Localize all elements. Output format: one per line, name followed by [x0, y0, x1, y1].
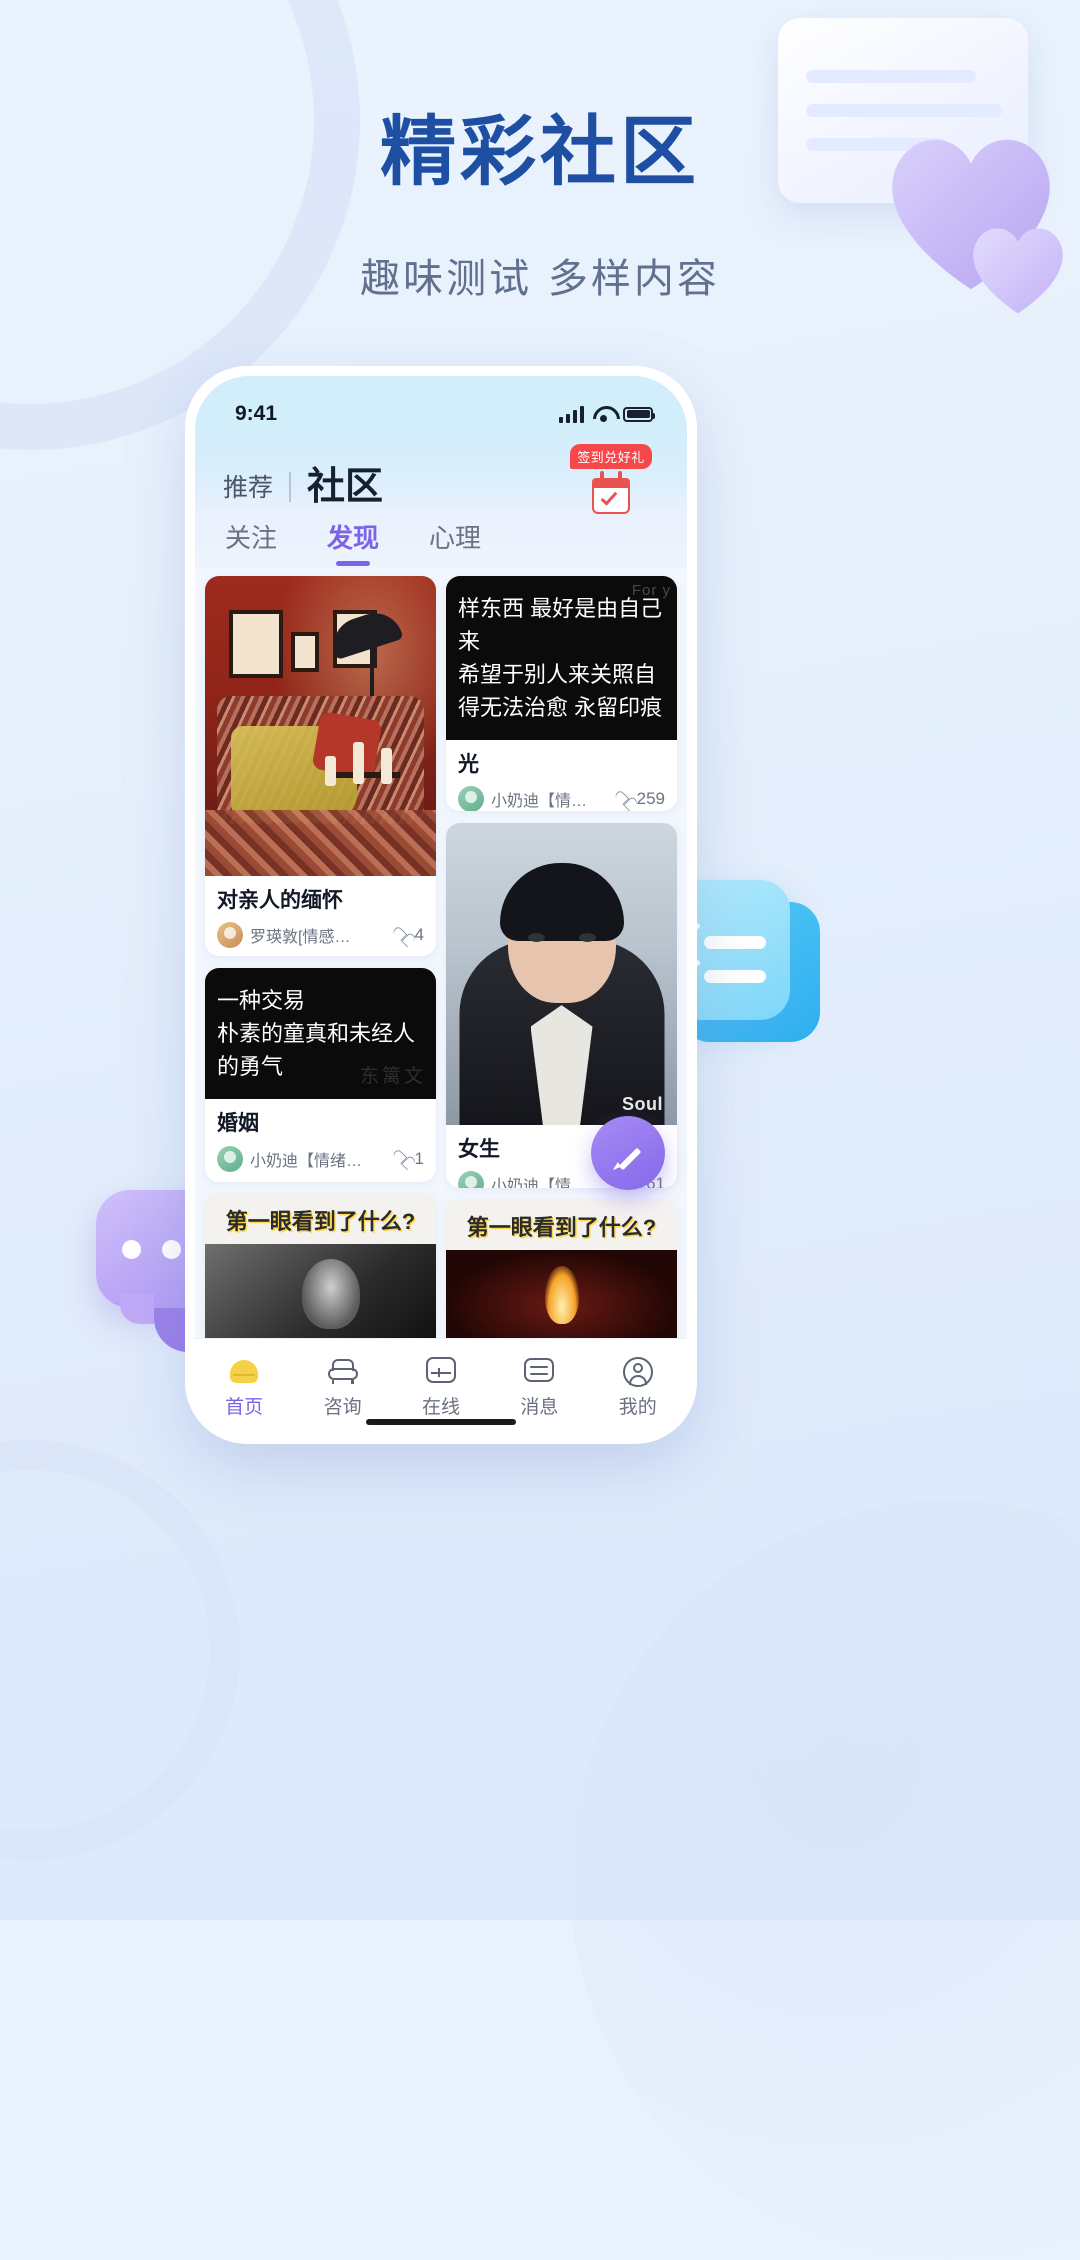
status-bar: 9:41: [195, 376, 687, 438]
signal-bars-icon: [559, 405, 584, 423]
feed-card[interactable]: 第一眼看到了什么?: [205, 1193, 436, 1338]
nav-item-home[interactable]: 首页: [198, 1354, 290, 1419]
pulse-icon: [424, 1354, 458, 1386]
promo-headline: 精彩社区 趣味测试 多样内容: [0, 112, 1080, 304]
like-button[interactable]: 259: [615, 789, 665, 809]
feed-tabs: 关注 发现 心理: [195, 512, 687, 568]
signin-badge-label: 签到兑好礼: [570, 444, 652, 469]
quote-watermark: For y: [631, 582, 671, 599]
like-button[interactable]: 4: [393, 925, 424, 945]
card-author: 小奶迪【情…: [491, 1178, 588, 1189]
quote-media: For y 样东西 最好是由自己来 希望于别人来关照自 得无法治愈 永留印痕: [446, 576, 677, 740]
home-indicator: [366, 1419, 516, 1425]
user-icon: [621, 1354, 655, 1387]
avatar[interactable]: [217, 1145, 243, 1172]
nav-item-profile[interactable]: 我的: [592, 1354, 684, 1419]
decor-circle-bottom-left: [0, 1440, 240, 1860]
like-count: 1: [414, 1148, 424, 1168]
nav-tab-community[interactable]: 社区: [305, 455, 386, 512]
tab-follow[interactable]: 关注: [225, 518, 277, 566]
status-time: 9:41: [235, 402, 278, 425]
sofa-icon: [326, 1354, 360, 1386]
nav-tab-recommend[interactable]: 推荐: [223, 468, 273, 512]
feed-card[interactable]: 东篱文 一种交易 朴素的童真和未经人 的勇气 婚姻 小奶迪【情绪… 1: [205, 968, 436, 1182]
tab-discover[interactable]: 发现: [327, 518, 379, 566]
feed-card[interactable]: For y 样东西 最好是由自己来 希望于别人来关照自 得无法治愈 永留印痕 光…: [446, 576, 677, 812]
teaser-banner: 第一眼看到了什么?: [446, 1200, 677, 1251]
phone-mockup: 9:41 推荐 社区 签到兑好礼 关注 发现 心理 对亲人的缅怀 罗瑛敦[情感……: [185, 366, 697, 1444]
heart-icon: [615, 792, 632, 807]
like-count: 259: [636, 789, 665, 809]
nav-item-online-label: 在线: [421, 1397, 460, 1418]
calendar-checkin-icon: [590, 471, 632, 515]
signin-reward-button[interactable]: 签到兑好礼: [561, 444, 661, 515]
nav-tab-community-label: 社区: [307, 466, 384, 508]
battery-icon: [623, 406, 655, 422]
like-button[interactable]: 1: [393, 1149, 424, 1169]
nav-item-messages-label: 消息: [520, 1397, 559, 1418]
quote-line: 一种交易: [217, 988, 306, 1014]
avatar[interactable]: [458, 1171, 484, 1189]
heart-icon: [393, 928, 410, 943]
card-author: 罗瑛敦[情感…: [250, 929, 351, 947]
flame-photo: [446, 1250, 677, 1338]
page-title: 精彩社区: [380, 107, 700, 196]
card-meta: 罗瑛敦[情感… 4: [205, 920, 436, 956]
card-author: 小奶迪【情…: [491, 793, 588, 811]
phone-screen: 9:41 推荐 社区 签到兑好礼 关注 发现 心理 对亲人的缅怀 罗瑛敦[情感……: [195, 376, 687, 1434]
living-room-photo: [205, 576, 436, 876]
feed-card[interactable]: 第一眼看到了什么?: [446, 1200, 677, 1338]
photo-watermark: Soul: [622, 1094, 663, 1115]
pencil-compose-icon: [613, 1138, 643, 1168]
quote-media: 东篱文 一种交易 朴素的童真和未经人 的勇气: [205, 968, 436, 1100]
feed-masonry[interactable]: 对亲人的缅怀 罗瑛敦[情感… 4 东篱文 一种交易 朴素的童真和未经人 的勇气 …: [195, 568, 687, 1338]
nav-item-messages[interactable]: 消息: [493, 1354, 585, 1419]
app-header: 推荐 社区 签到兑好礼: [195, 438, 687, 515]
feed-column-right: For y 样东西 最好是由自己来 希望于别人来关照自 得无法治愈 永留印痕 光…: [446, 576, 677, 1338]
nav-divider: [289, 472, 292, 502]
decor-circle-bottom-right: [570, 1500, 1080, 2260]
nav-item-consult-label: 咨询: [323, 1397, 362, 1418]
card-meta: 小奶迪【情… 259: [446, 784, 677, 812]
page-subtitle: 趣味测试 多样内容: [360, 255, 720, 302]
quote-line: 朴素的童真和未经人: [217, 1021, 416, 1047]
card-caption: 婚姻: [217, 1112, 259, 1136]
nav-item-profile-label: 我的: [618, 1397, 657, 1418]
anime-boy-photo: Soul: [446, 823, 677, 1126]
quote-line: 得无法治愈 永留印痕: [458, 695, 663, 720]
card-meta: 小奶迪【情绪… 1: [205, 1144, 436, 1182]
bottom-nav: 首页 咨询 在线 消息 我的: [195, 1338, 687, 1434]
nav-item-home-label: 首页: [225, 1397, 264, 1418]
feed-card[interactable]: 对亲人的缅怀 罗瑛敦[情感… 4: [205, 576, 436, 957]
like-count: 4: [414, 925, 424, 945]
card-caption: 光: [458, 753, 479, 776]
message-icon: [522, 1354, 556, 1386]
card-caption: 对亲人的缅怀: [217, 889, 343, 912]
compose-button[interactable]: [591, 1116, 665, 1190]
bw-face-photo: [205, 1243, 436, 1338]
card-author: 小奶迪【情绪…: [250, 1152, 363, 1170]
quote-line: 希望于别人来关照自: [458, 662, 657, 687]
tab-psychology[interactable]: 心理: [429, 518, 481, 566]
quote-watermark: 东篱文: [359, 1065, 426, 1087]
teaser-banner: 第一眼看到了什么?: [205, 1193, 436, 1244]
feed-column-left: 对亲人的缅怀 罗瑛敦[情感… 4 东篱文 一种交易 朴素的童真和未经人 的勇气 …: [205, 576, 436, 1338]
home-icon: [227, 1354, 261, 1386]
heart-icon: [393, 1151, 410, 1166]
wifi-icon: [593, 406, 614, 422]
nav-item-consult[interactable]: 咨询: [297, 1354, 389, 1419]
avatar[interactable]: [458, 786, 484, 812]
avatar[interactable]: [217, 922, 243, 949]
nav-item-online[interactable]: 在线: [395, 1354, 487, 1419]
